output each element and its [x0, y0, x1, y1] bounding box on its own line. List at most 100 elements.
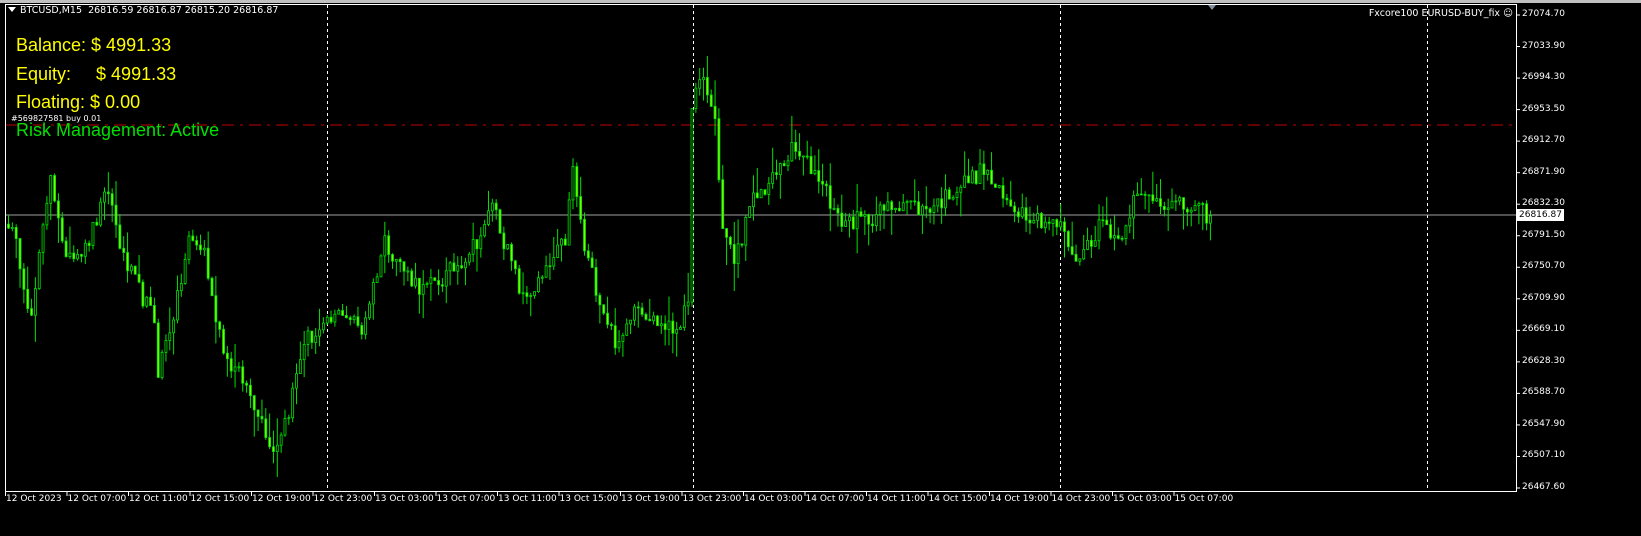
bear-candle-body — [106, 191, 110, 195]
candle — [210, 276, 214, 297]
bear-candle-body — [721, 179, 725, 229]
time-tick-label: 12 Oct 19:00 — [252, 494, 311, 504]
candle — [529, 292, 533, 317]
candle — [341, 304, 344, 317]
candle — [1051, 219, 1055, 237]
candle — [767, 176, 771, 205]
candle — [83, 239, 87, 265]
bear-candle-body — [1120, 237, 1124, 240]
candle — [682, 294, 686, 331]
price-tick-label: 26669.10 — [1522, 324, 1565, 335]
bull-candle-body — [694, 87, 698, 109]
candle — [1001, 177, 1005, 208]
price-tick-label: 26871.90 — [1522, 166, 1565, 177]
candle — [986, 169, 990, 181]
bull-candle-body — [172, 319, 176, 334]
candle — [537, 271, 540, 293]
bull-candle-body — [302, 344, 306, 361]
candle — [306, 326, 310, 357]
bear-candle-body — [763, 189, 767, 195]
dropdown-triangle-icon[interactable] — [8, 7, 16, 12]
bull-candle-body — [33, 288, 37, 316]
price-chart[interactable] — [0, 0, 1641, 536]
candle — [222, 324, 225, 355]
candle — [441, 278, 444, 293]
candle — [176, 275, 179, 324]
bull-candle-body — [333, 313, 337, 323]
candle — [901, 193, 905, 212]
bear-candle-body — [982, 163, 986, 175]
bull-candle-body — [414, 277, 417, 287]
candle — [544, 255, 548, 278]
bear-candle-body — [341, 310, 344, 316]
candle — [552, 237, 556, 270]
bear-candle-body — [782, 163, 786, 167]
bear-candle-body — [590, 257, 594, 268]
bear-candle-body — [705, 77, 709, 96]
candle — [621, 332, 625, 357]
bull-candle-body — [306, 330, 310, 345]
candle — [1182, 197, 1185, 230]
bear-candle-body — [740, 243, 744, 246]
candle — [594, 258, 598, 303]
time-tick-label: 14 Oct 23:00 — [1051, 494, 1111, 504]
bear-candle-body — [72, 252, 76, 260]
price-tick-label: 26507.10 — [1522, 450, 1565, 461]
bear-candle-body — [821, 181, 824, 185]
candle — [755, 167, 759, 199]
bear-candle-body — [475, 239, 479, 250]
bull-candle-body — [667, 320, 671, 330]
candle — [759, 188, 763, 199]
candle — [729, 235, 732, 249]
candle — [813, 155, 817, 176]
time-tick-label: 13 Oct 11:00 — [498, 494, 557, 504]
bull-candle-body — [91, 221, 95, 246]
candle — [694, 82, 698, 113]
bull-candle-body — [1086, 240, 1089, 250]
bull-candle-body — [1036, 213, 1040, 221]
bear-candle-body — [798, 151, 801, 157]
bear-candle-body — [410, 270, 414, 287]
candle — [1093, 225, 1097, 247]
bull-candle-body — [275, 444, 279, 452]
candle — [129, 263, 133, 275]
candle — [955, 186, 959, 206]
candle — [249, 378, 252, 408]
bear-candle-body — [1024, 207, 1028, 221]
bear-candle-body — [137, 273, 141, 283]
chart-shift-marker-icon[interactable] — [1208, 5, 1216, 10]
bull-candle-body — [187, 235, 191, 260]
indicator-label[interactable]: Fxcore100 EURUSD-BUY_fix ☺ — [1369, 8, 1513, 19]
bear-candle-body — [268, 437, 272, 448]
candle — [744, 214, 748, 261]
time-tick-label: 14 Oct 07:00 — [805, 494, 865, 504]
candle — [825, 180, 828, 197]
candle — [625, 318, 629, 336]
candle — [663, 315, 667, 346]
time-tick-label: 13 Oct 03:00 — [375, 494, 434, 504]
bear-candle-body — [241, 366, 245, 384]
bear-candle-body — [87, 242, 91, 246]
bull-candle-body — [364, 317, 368, 335]
candle — [444, 257, 448, 304]
bull-candle-body — [1043, 221, 1047, 229]
candle — [490, 198, 494, 222]
bear-candle-body — [671, 320, 675, 334]
bear-candle-body — [548, 265, 552, 268]
bear-candle-body — [264, 418, 268, 438]
candle — [1174, 194, 1178, 211]
bull-candle-body — [479, 235, 483, 250]
price-tick-label: 26628.30 — [1522, 355, 1565, 366]
time-tick-label: 14 Oct 03:00 — [744, 494, 803, 504]
bear-candle-body — [1162, 206, 1166, 210]
bull-candle-body — [164, 340, 168, 353]
candle — [817, 149, 821, 194]
bull-candle-body — [291, 387, 295, 419]
candle — [429, 268, 433, 301]
candle — [1128, 204, 1132, 234]
bear-candle-body — [214, 295, 218, 323]
bull-candle-body — [295, 373, 298, 389]
bear-candle-body — [391, 254, 394, 262]
bull-candle-body — [444, 270, 448, 287]
bear-candle-body — [636, 306, 640, 309]
